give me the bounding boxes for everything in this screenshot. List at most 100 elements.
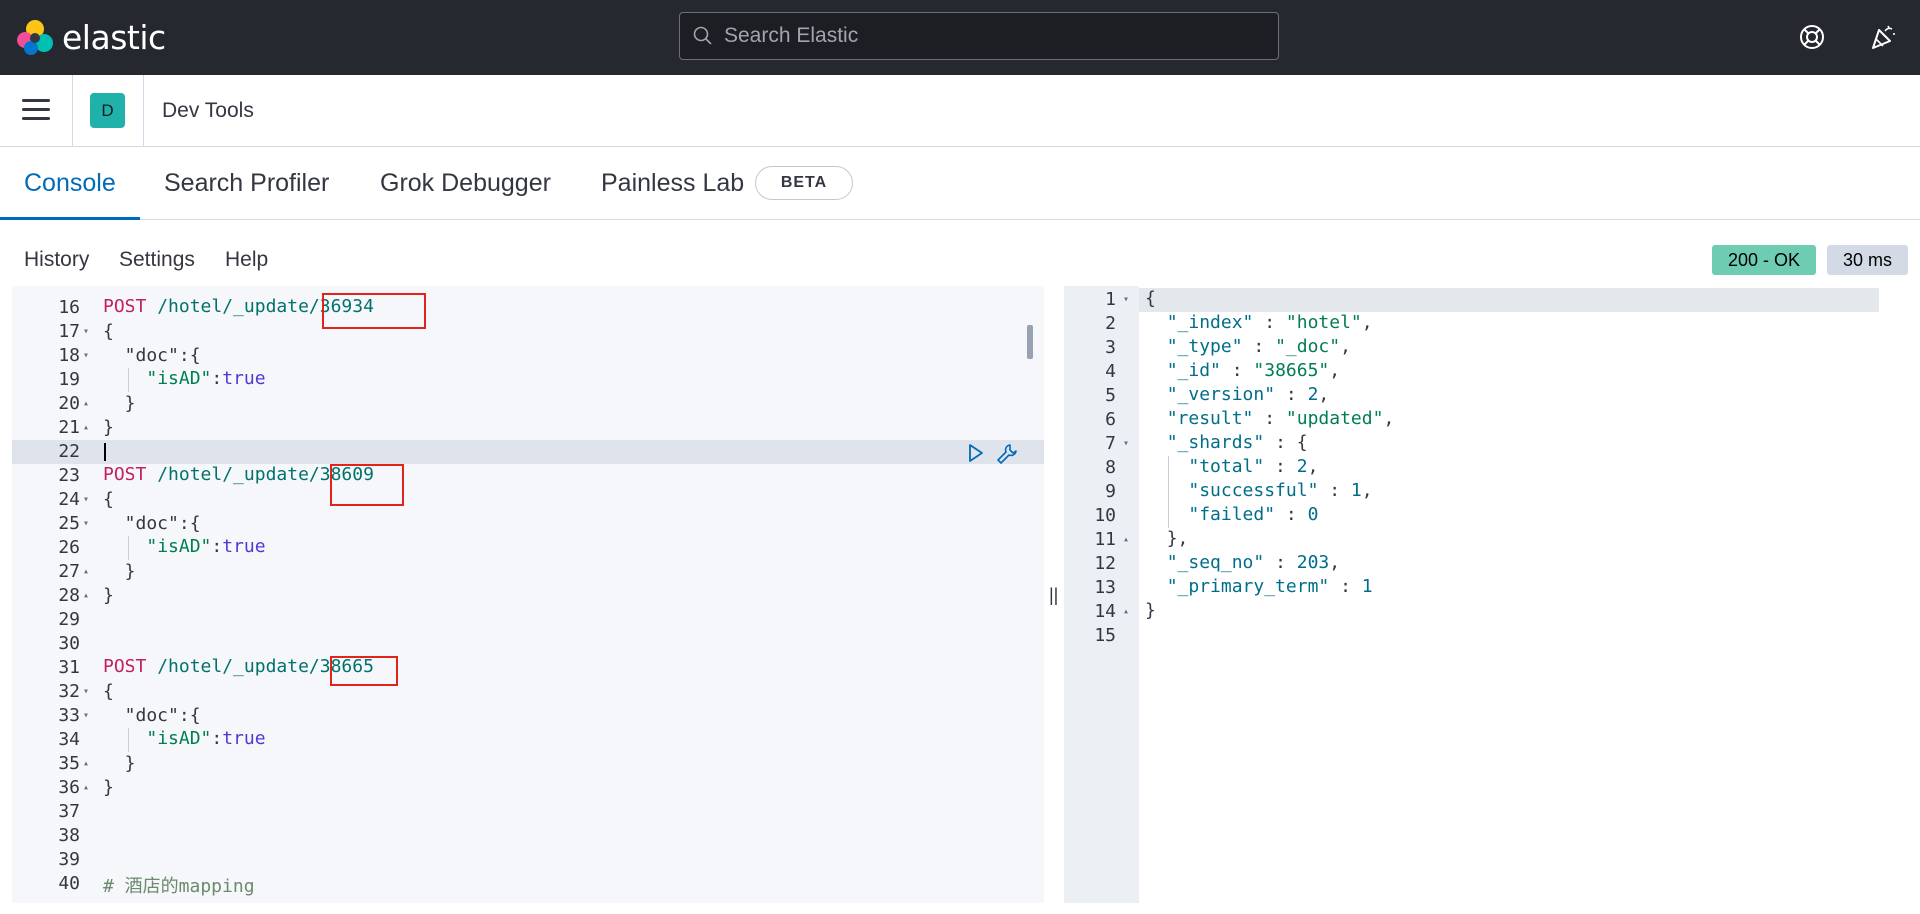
line-number: 39: [58, 849, 80, 870]
tab-console[interactable]: Console: [24, 169, 116, 198]
line-number: 13: [1094, 577, 1116, 598]
pane-resize-handle[interactable]: ||: [1049, 585, 1059, 605]
line-number: 20: [58, 393, 80, 414]
json-line: }: [1145, 600, 1156, 621]
line-number: 34: [58, 729, 80, 750]
editor-scrollbar[interactable]: [1027, 325, 1033, 359]
duration-badge: 30 ms: [1827, 245, 1908, 275]
line-number: 1: [1105, 289, 1116, 310]
line-number: 17: [58, 321, 80, 342]
fold-toggle-icon[interactable]: ▴: [83, 392, 89, 416]
json-line: "_shards" : {: [1166, 432, 1308, 453]
text-cursor: [104, 443, 106, 461]
fold-toggle-icon[interactable]: ▴: [83, 560, 89, 584]
code-text: }: [103, 417, 114, 438]
line-number: 24: [58, 489, 80, 510]
active-tab-indicator: [0, 217, 140, 220]
fold-toggle-icon[interactable]: ▾: [83, 704, 89, 728]
code-text: {: [103, 321, 114, 342]
request-editor[interactable]: 16 17 ▾{18 ▾ "doc":{19 20 ▴ } 21 ▴} 22 23 24 ▾{25 ▾ …: [12, 286, 1044, 903]
line-number: 37: [58, 801, 80, 822]
tab-painless-lab[interactable]: Painless Lab: [601, 169, 744, 198]
json-line: "_version" : 2,: [1166, 384, 1330, 405]
play-icon[interactable]: [967, 443, 985, 463]
fold-toggle-icon[interactable]: ▾: [83, 344, 89, 368]
fold-toggle-icon[interactable]: ▾: [1123, 288, 1129, 312]
fold-toggle-icon[interactable]: ▾: [83, 488, 89, 512]
line-number: 2: [1105, 313, 1116, 334]
line-number: 10: [1094, 505, 1116, 526]
search-placeholder: Search Elastic: [724, 24, 859, 47]
line-number: 32: [58, 681, 80, 702]
fold-toggle-icon[interactable]: ▴: [83, 776, 89, 800]
comment-line: # 酒店的mapping: [103, 876, 255, 897]
json-line: "failed" : 0: [1188, 504, 1319, 525]
fold-toggle-icon[interactable]: ▴: [83, 416, 89, 440]
elastic-logo[interactable]: elastic: [16, 18, 166, 57]
response-editor[interactable]: 1 ▾ 2 3 4 5 6 7 ▾ 8 9 10 11 ▴ 12 13 14 ▴ 15 { "_index" : "…: [1064, 286, 1909, 903]
tab-search-profiler[interactable]: Search Profiler: [164, 169, 329, 198]
wrench-icon[interactable]: [995, 442, 1019, 466]
elastic-logo-icon: [17, 19, 53, 55]
line-number: 23: [58, 465, 80, 486]
line-number: 25: [58, 513, 80, 534]
json-line: "_index" : "hotel",: [1166, 312, 1373, 333]
line-number: 21: [58, 417, 80, 438]
line-number: 27: [58, 561, 80, 582]
dev-tools-tabs: Console Search Profiler Grok Debugger Pa…: [0, 147, 1920, 220]
line-number: 22: [58, 441, 80, 462]
hamburger-icon[interactable]: [22, 99, 50, 123]
fold-toggle-icon[interactable]: ▴: [1123, 600, 1129, 624]
highlight-box: [330, 464, 404, 506]
code-text: }: [103, 393, 136, 414]
settings-link[interactable]: Settings: [119, 248, 195, 272]
line-number: 16: [58, 297, 80, 318]
breadcrumb[interactable]: Dev Tools: [162, 99, 254, 123]
app-bar-divider: [72, 75, 73, 147]
json-line: "total" : 2,: [1188, 456, 1319, 477]
indent-guide: [128, 368, 129, 392]
line-number: 30: [58, 633, 80, 654]
tab-grok-debugger[interactable]: Grok Debugger: [380, 169, 551, 198]
newsfeed-icon[interactable]: [1868, 22, 1898, 52]
json-line: "_seq_no" : 203,: [1166, 552, 1341, 573]
line-number: 9: [1105, 481, 1116, 502]
fold-toggle-icon[interactable]: ▴: [83, 584, 89, 608]
json-line: "_id" : "38665",: [1166, 360, 1341, 381]
help-link[interactable]: Help: [225, 248, 268, 272]
fold-toggle-icon[interactable]: ▴: [1123, 528, 1129, 552]
json-line: "successful" : 1,: [1188, 480, 1373, 501]
line-number: 15: [1094, 625, 1116, 646]
line-number: 19: [58, 369, 80, 390]
status-badge: 200 - OK: [1712, 245, 1816, 275]
line-number: 29: [58, 609, 80, 630]
code-text: }: [103, 777, 114, 798]
brand-name: elastic: [62, 18, 166, 57]
line-number: 38: [58, 825, 80, 846]
line-number: 35: [58, 753, 80, 774]
code-text: {: [103, 681, 114, 702]
fold-toggle-icon[interactable]: ▾: [83, 320, 89, 344]
help-lifebuoy-icon[interactable]: [1797, 22, 1827, 52]
fold-toggle-icon[interactable]: ▾: [1123, 432, 1129, 456]
indent-guide: [128, 728, 129, 752]
code-text: "doc":{: [103, 705, 201, 726]
active-line-highlight: [1139, 288, 1879, 312]
json-line: "_type" : "_doc",: [1166, 336, 1351, 357]
history-link[interactable]: History: [24, 248, 89, 272]
code-text: }: [103, 585, 114, 606]
fold-toggle-icon[interactable]: ▾: [83, 680, 89, 704]
code-text: "doc":{: [103, 513, 201, 534]
space-avatar[interactable]: D: [90, 93, 125, 128]
line-number: 4: [1105, 361, 1116, 382]
line-number: 3: [1105, 337, 1116, 358]
line-number: 7: [1105, 433, 1116, 454]
indent-guide: [128, 536, 129, 560]
global-search-input[interactable]: Search Elastic: [679, 12, 1279, 60]
top-header: elastic Search Elastic: [0, 0, 1920, 75]
code-text: {: [103, 489, 114, 510]
fold-toggle-icon[interactable]: ▾: [83, 512, 89, 536]
search-icon: [693, 26, 712, 45]
line-number: 8: [1105, 457, 1116, 478]
fold-toggle-icon[interactable]: ▴: [83, 752, 89, 776]
